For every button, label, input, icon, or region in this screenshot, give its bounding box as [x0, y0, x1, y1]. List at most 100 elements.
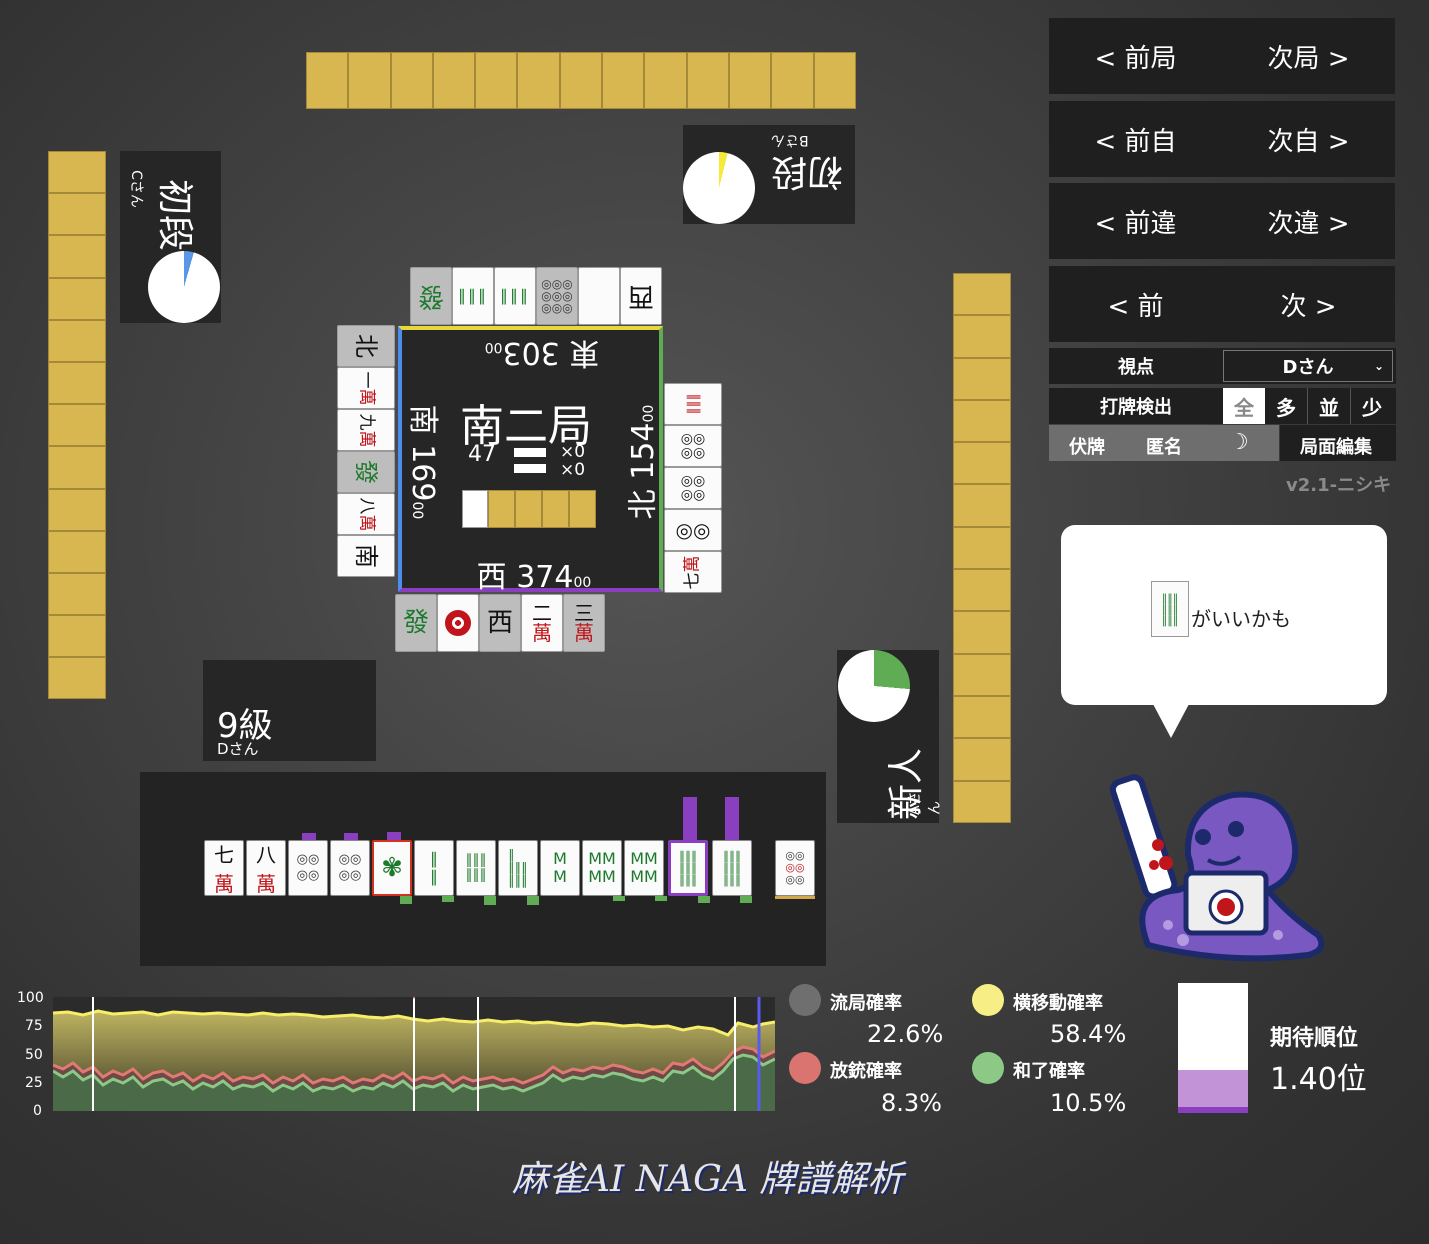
tiles-left-count: 47: [468, 442, 496, 467]
draw-label: 流局確率: [830, 993, 902, 1014]
mascot-icon: [1109, 774, 1325, 962]
player-top-pie: [683, 152, 755, 224]
discard-tile: 發: [410, 267, 452, 325]
prev-diff-button[interactable]: < 前違: [1094, 203, 1176, 240]
honba-counter: ×0: [560, 442, 586, 462]
chevron-down-icon: ⌄: [1373, 359, 1384, 373]
toggle-row: 伏牌 匿名 ☽ 局面編集: [1049, 425, 1396, 461]
discards-top: 發 ∥∥∥ ∥∥∥ ◎◎◎ ◎◎◎ ◎◎◎ 西: [410, 267, 664, 325]
moon-icon[interactable]: ☽: [1229, 430, 1249, 455]
viewpoint-row: 視点 Dさん ⌄: [1049, 348, 1396, 384]
discard-tile: ∥∥∥: [494, 267, 536, 325]
advice-tile-icon: ∥∥∥ ∥∥∥ ∥∥∥: [1151, 581, 1189, 637]
anonymous-toggle[interactable]: 匿名: [1146, 433, 1182, 459]
draw-dot: [789, 984, 821, 1016]
discards-right: ∥∥∥ ◎◎ ◎◎ ◎◎ ◎◎ ◎◎ 七萬: [664, 383, 722, 595]
lateral-value: 58.4%: [1050, 1020, 1127, 1048]
axis-label-75: 75: [25, 1018, 43, 1034]
dora-indicators: [462, 490, 596, 528]
hand-tile-pin[interactable]: ◎◎ ◎◎: [330, 840, 370, 896]
axis-label-25: 25: [25, 1075, 43, 1091]
prev-self-button[interactable]: < 前自: [1094, 121, 1176, 158]
discard-tile: 九萬: [337, 409, 395, 451]
player-top-name: Bさん: [771, 132, 809, 148]
hand-tile-sou[interactable]: ∥ ∥: [414, 840, 454, 896]
discard-tile: 八萬: [337, 493, 395, 535]
axis-label-100: 100: [17, 990, 44, 1006]
win-dot: [972, 1052, 1004, 1084]
advice-text: がいいかも: [1191, 607, 1291, 631]
score-left: 南 16900: [405, 404, 440, 520]
detect-option-few[interactable]: 少: [1351, 388, 1393, 424]
discard-tile: 三萬: [563, 594, 605, 652]
prev-button[interactable]: < 前: [1107, 286, 1163, 323]
axis-label-0: 0: [33, 1103, 42, 1119]
next-self-button[interactable]: 次自 >: [1267, 121, 1349, 158]
rank-bar: [1178, 983, 1248, 1113]
hide-tiles-toggle[interactable]: 伏牌: [1069, 433, 1105, 459]
nav-round-row: < 前局 次局 >: [1049, 18, 1395, 94]
hand-tile-sou[interactable]: ∥∥∥ ∥∥∥: [456, 840, 496, 896]
left-opponent-hand: [48, 151, 106, 700]
next-diff-button[interactable]: 次違 >: [1267, 203, 1349, 240]
edit-button[interactable]: 局面編集: [1300, 433, 1372, 459]
hand-tile-sou[interactable]: MM MM: [624, 840, 664, 896]
discard-tile: ◎◎◎ ◎◎◎ ◎◎◎: [536, 267, 578, 325]
score-right: 北 15400: [626, 404, 661, 520]
center-board: 東 30300 南 16900 北 15400 西 37400 南二局 47 ×…: [398, 326, 663, 595]
hand-tile-pin[interactable]: ◎◎ ◎◎: [288, 840, 328, 896]
draw-value: 22.6%: [867, 1020, 944, 1048]
player-panel-top: Bさん 初段: [683, 125, 855, 224]
discard-tile: 七萬: [664, 551, 722, 593]
bubble-tail: [1153, 704, 1189, 738]
player-left-pie: [148, 251, 220, 323]
detect-option-many[interactable]: 多: [1265, 388, 1308, 424]
dealin-dot: [789, 1052, 821, 1084]
discard-tile: 西: [479, 594, 521, 652]
hand-tile-8man[interactable]: 八萬: [246, 840, 286, 896]
hand-tile-sou[interactable]: MM: [540, 840, 580, 896]
next-round-button[interactable]: 次局 >: [1267, 38, 1349, 75]
win-label: 和了確率: [1013, 1061, 1085, 1082]
detect-option-normal[interactable]: 並: [1308, 388, 1351, 424]
viewpoint-label: 視点: [1118, 357, 1154, 378]
discard-tile: ◎◎ ◎◎: [664, 467, 722, 509]
discard-tile: 南: [337, 535, 395, 577]
version-label: v2.1-ニシキ: [1286, 475, 1392, 496]
nav-self-row: < 前自 次自 >: [1049, 101, 1395, 177]
player-bottom-name: Dさん: [217, 740, 259, 758]
hand-tile-sou[interactable]: MM MM: [582, 840, 622, 896]
player-right-pie: [838, 650, 910, 722]
hand-tile-sou-selected[interactable]: ∥∥∥ ∥∥∥ ∥∥∥: [668, 840, 708, 896]
player-top-rank: 初段: [771, 151, 844, 192]
detect-option-all[interactable]: 全: [1223, 388, 1265, 424]
discards-bottom: 發 西 二萬 三萬: [395, 594, 607, 652]
prev-round-button[interactable]: < 前局: [1094, 38, 1176, 75]
hand-tile-sou[interactable]: ∥ ∥∥∥ ∥∥∥: [498, 840, 538, 896]
hand-tile-1sou[interactable]: ✾: [372, 840, 412, 896]
advice-bubble: ∥∥∥ ∥∥∥ ∥∥∥ がいいかも: [1061, 525, 1387, 705]
probability-graph[interactable]: [53, 997, 775, 1111]
next-button[interactable]: 次 >: [1280, 286, 1336, 323]
footer-logo: 麻雀AI NAGA 牌譜解析: [512, 1159, 904, 1200]
nav-step-row: < 前 次 >: [1049, 266, 1395, 342]
hand-tile-7man[interactable]: 七萬: [204, 840, 244, 896]
player-panel-right: 新人 Aさん: [837, 650, 943, 823]
discard-tile: 一萬: [337, 367, 395, 409]
axis-label-50: 50: [25, 1047, 43, 1063]
discard-tile: ∥∥∥: [452, 267, 494, 325]
viewpoint-select[interactable]: Dさん ⌄: [1223, 350, 1393, 382]
discard-tile: 二萬: [521, 594, 563, 652]
discard-tile: 西: [620, 267, 662, 325]
discard-tile: [578, 267, 620, 325]
player-panel-left: 初段 Cさん: [120, 151, 221, 323]
lateral-dot: [972, 984, 1004, 1016]
rank-value: 1.40位: [1270, 1062, 1367, 1097]
hand-tile-sou[interactable]: ∥∥∥ ∥∥∥ ∥∥∥: [712, 840, 752, 896]
player-panel-bottom: 9級 Dさん: [203, 660, 376, 761]
stick-icons: [514, 448, 546, 474]
top-opponent-hand: [306, 52, 856, 109]
hand-tile-drawn[interactable]: ◎◎ ◎◎ ◎◎: [775, 840, 815, 896]
dealin-label: 放銃確率: [830, 1061, 902, 1082]
player-left-rank: 初段: [154, 178, 196, 252]
